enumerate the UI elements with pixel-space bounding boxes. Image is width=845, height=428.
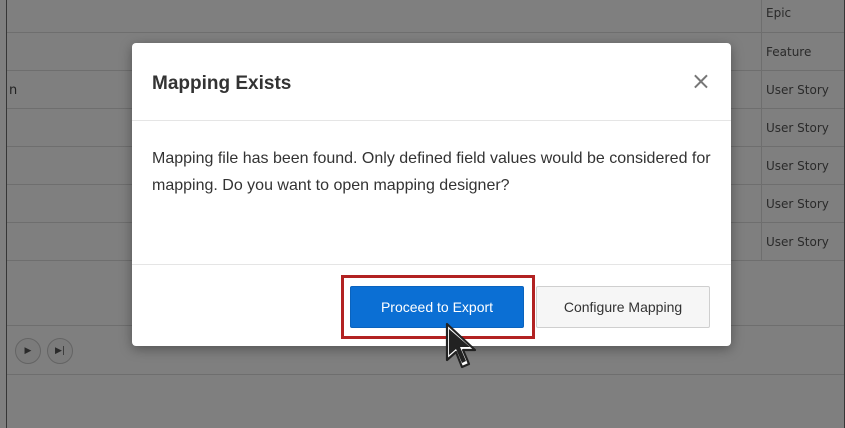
mouse-pointer-icon [445,322,477,369]
dialog-header: Mapping Exists × [132,43,731,121]
close-icon[interactable]: × [691,69,711,93]
dialog-footer: Proceed to Export Configure Mapping [132,264,731,346]
dialog-message: Mapping file has been found. Only define… [152,150,711,194]
configure-mapping-button[interactable]: Configure Mapping [536,286,710,328]
proceed-to-export-button[interactable]: Proceed to Export [350,286,524,328]
dialog-title: Mapping Exists [152,73,292,94]
mapping-exists-dialog: Mapping Exists × Mapping file has been f… [132,43,731,346]
